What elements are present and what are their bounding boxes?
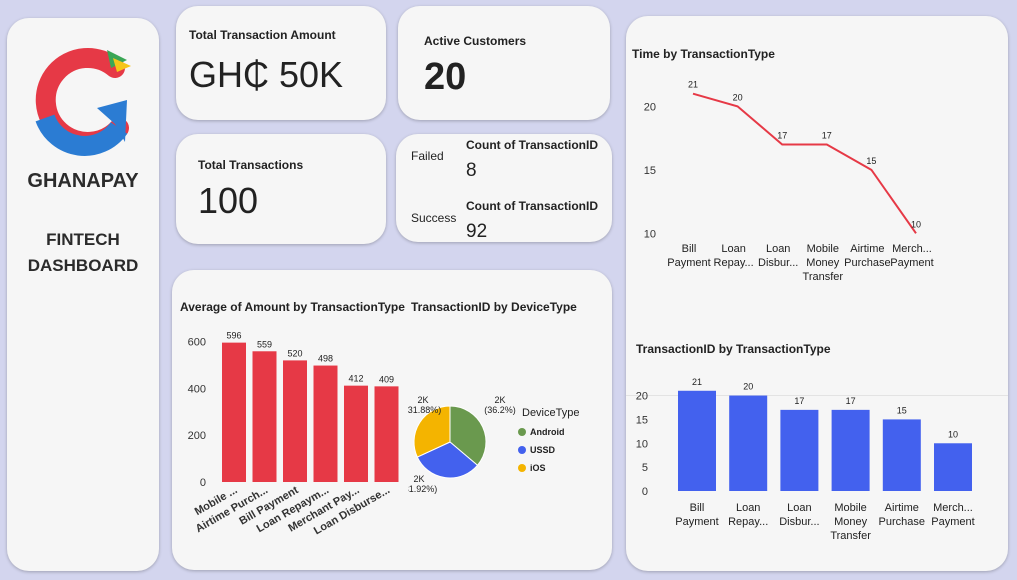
count-bar <box>678 390 716 491</box>
kpi-total-transactions-card: Total Transactions 100 <box>176 134 386 244</box>
count-xtick: Loan Repay... <box>728 502 768 528</box>
pie-legend-label: Android <box>530 427 565 437</box>
pie-label-pct: (36.2%) <box>484 405 516 415</box>
count-bar-chart: 0 5 10 15 20 21 20 17 17 15 10 Bill Payment Loan Repay… <box>626 377 1008 542</box>
status-failed-label: Failed <box>411 149 444 163</box>
pie-legend-label: USSD <box>530 445 556 455</box>
count-bar-title: TransactionID by TransactionType <box>636 342 831 356</box>
count-data-label: 17 <box>794 396 804 406</box>
pie-legend-label: iOS <box>530 463 546 473</box>
count-xtick: Airtime Purchase <box>879 502 925 528</box>
brand-subtitle-1: FINTECH <box>46 230 120 249</box>
pie-label-top: 2K <box>494 395 505 405</box>
avg-data-label: 559 <box>257 339 272 349</box>
count-xtick: Mobile Money Transfer <box>830 502 871 542</box>
count-bar <box>831 409 870 491</box>
count-ytick: 15 <box>636 414 648 426</box>
count-data-label: 15 <box>897 405 907 415</box>
count-bar <box>780 409 819 491</box>
count-data-label: 10 <box>948 429 958 439</box>
count-data-label: 21 <box>692 377 702 387</box>
count-bar <box>934 443 972 491</box>
line-ytick: 20 <box>644 101 656 113</box>
kpi-total-amount-label: Total Transaction Amount <box>189 28 336 42</box>
count-ytick: 10 <box>636 438 648 450</box>
status-success-label: Success <box>411 211 457 225</box>
pie-legend-dot <box>518 428 526 436</box>
time-line-chart: 10 15 20 21 20 17 17 15 10 Bill PaymentLoan Repay..… <box>644 80 934 283</box>
line-data-label: 20 <box>733 92 743 102</box>
kpi-total-amount-value: GH₵ 50K <box>189 54 344 95</box>
device-pie-chart: 2K(36.2%)2K(31.92%)2K(31.88%)DeviceTypeA… <box>408 395 579 494</box>
amount-device-card: Average of Amount by TransactionType 0 20… <box>172 270 612 570</box>
avg-ytick: 600 <box>188 337 206 349</box>
kpi-status-card: Failed Count of TransactionID 8 Success … <box>396 134 612 242</box>
count-xtick: Loan Disbur... <box>779 502 819 528</box>
pie-label-pct: (31.88%) <box>408 405 441 415</box>
kpi-total-transactions-value: 100 <box>198 180 259 221</box>
pie-label-top: 2K <box>413 474 424 484</box>
count-ytick: 5 <box>642 462 648 474</box>
count-ytick: 20 <box>636 391 648 403</box>
avg-ytick: 200 <box>188 430 206 442</box>
line-data-label: 17 <box>777 130 787 140</box>
kpi-total-transactions-label: Total Transactions <box>198 158 304 172</box>
line-xtick: Loan Repay... <box>714 243 754 269</box>
avg-bar <box>252 351 277 482</box>
line-ytick: 15 <box>644 165 656 177</box>
kpi-total-amount-card: Total Transaction Amount GH₵ 50K <box>176 6 386 120</box>
pie-label-pct: (31.92%) <box>408 484 437 494</box>
avg-ytick: 0 <box>200 477 206 489</box>
count-data-label: 20 <box>743 382 753 392</box>
brand-subtitle-2: DASHBOARD <box>27 256 139 275</box>
avg-ytick: 400 <box>188 383 206 395</box>
line-xtick: Merch... Payment <box>890 243 933 269</box>
status-failed-value: 8 <box>466 160 477 181</box>
pie-legend-dot <box>518 464 526 472</box>
avg-bar <box>344 385 368 482</box>
line-data-label: 21 <box>688 80 698 90</box>
line-data-label: 15 <box>866 156 876 166</box>
avg-data-label: 596 <box>226 331 241 341</box>
line-xtick: Loan Disbur... <box>758 243 798 269</box>
line-data-label: 10 <box>911 219 921 229</box>
line-xtick: Mobile Money Transfer <box>803 243 844 283</box>
line-xtick: Airtime Purchase <box>844 243 890 269</box>
transaction-type-card: Time by TransactionType 10 15 20 21 20 17 17 15… <box>626 16 1008 571</box>
avg-data-label: 409 <box>379 374 394 384</box>
line-data-label: 17 <box>822 130 832 140</box>
avg-bar <box>374 386 399 482</box>
avg-bar <box>313 365 338 482</box>
avg-data-label: 412 <box>348 374 363 384</box>
ghanapay-logo <box>35 48 131 156</box>
status-success-value: 92 <box>466 221 488 242</box>
pie-legend-dot <box>518 446 526 454</box>
count-ytick: 0 <box>642 486 648 498</box>
status-failed-header: Count of TransactionID <box>466 138 598 152</box>
count-xtick: Bill Payment <box>675 502 718 528</box>
line-ytick: 10 <box>644 228 656 240</box>
kpi-active-customers-card: Active Customers 20 <box>398 6 610 120</box>
avg-data-label: 498 <box>318 354 333 364</box>
line-series <box>692 92 917 234</box>
count-bar <box>882 419 921 491</box>
device-title: TransactionID by DeviceType <box>411 300 577 314</box>
avg-bar <box>222 342 246 482</box>
avg-data-label: 520 <box>287 348 302 358</box>
pie-legend-title: DeviceType <box>522 407 579 419</box>
count-data-label: 17 <box>846 396 856 406</box>
kpi-active-customers-value: 20 <box>424 56 467 98</box>
brand-card: GHANAPAY FINTECH DASHBOARD <box>7 18 159 571</box>
status-success-header: Count of TransactionID <box>466 199 598 213</box>
count-bar <box>729 395 768 491</box>
brand-name: GHANAPAY <box>27 170 139 192</box>
pie-label-top: 2K <box>417 395 428 405</box>
count-xtick: Merch... Payment <box>931 502 974 528</box>
avg-amount-chart: 0200400600596Mobile ...559Airtime Purch.… <box>188 331 399 537</box>
kpi-active-customers-label: Active Customers <box>424 34 527 48</box>
avg-bar <box>283 360 307 482</box>
line-xtick: Bill Payment <box>667 243 710 269</box>
